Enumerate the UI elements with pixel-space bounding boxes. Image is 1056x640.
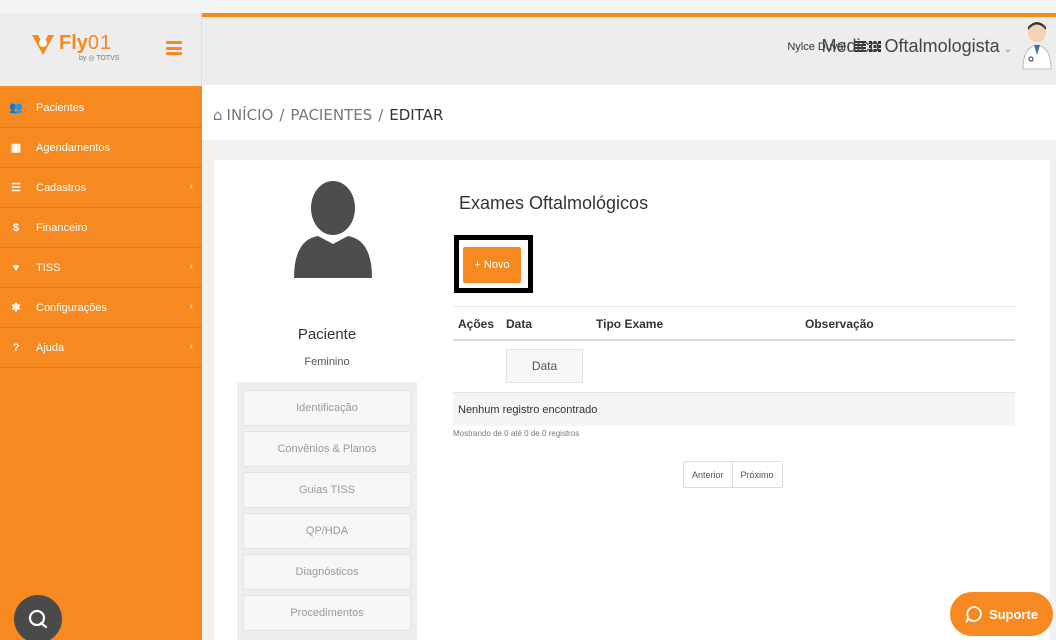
role-selector[interactable]: Medico Oftalmologista ⌄ xyxy=(822,36,1012,57)
patient-nav-panel: Identificação Convênios & Planos Guias TIS… xyxy=(237,382,417,640)
sidebar-item-label: Pacientes xyxy=(36,101,85,114)
new-exam-button[interactable]: + Novo xyxy=(463,247,521,283)
sidebar-item-cadastros[interactable]: ☰ Cadastros ‹ xyxy=(0,168,202,208)
brand-text: Fly01 by ◎ TOTVS xyxy=(59,31,119,63)
brand-mark-icon xyxy=(32,35,54,55)
sidebar-item-tiss[interactable]: ♥ TISS ‹ xyxy=(0,248,202,288)
patient-nav-button[interactable]: Diagnósticos xyxy=(243,554,411,590)
column-header-observacao[interactable]: Observação xyxy=(805,317,874,331)
gear-icon: ✱ xyxy=(11,302,21,314)
breadcrumb-current: EDITAR xyxy=(389,106,444,124)
sidebar-item-agendamentos[interactable]: ▦ Agendamentos xyxy=(0,128,202,168)
breadcrumb-separator: / xyxy=(378,106,384,124)
support-label: Suporte xyxy=(988,606,1039,622)
top-strip xyxy=(0,0,1056,13)
brand-by-line: by ◎ TOTVS xyxy=(79,55,120,62)
pagination-previous[interactable]: Anterior xyxy=(684,462,732,487)
sidebar-item-label: Financeiro xyxy=(36,221,88,234)
patient-avatar-icon xyxy=(294,181,372,278)
breadcrumb: ⌂ INÍCIO / PACIENTES / EDITAR xyxy=(213,106,443,124)
speech-bubble-icon xyxy=(965,606,982,623)
calendar-icon: ▦ xyxy=(10,142,22,154)
heartbeat-icon: ♥ xyxy=(12,261,20,274)
sidebar-item-ajuda[interactable]: ? Ajuda ‹ xyxy=(0,328,202,368)
sidebar-item-pacientes[interactable]: 👥 Pacientes xyxy=(0,88,202,128)
empty-table-row: Nenhum registro encontrado xyxy=(453,392,1015,426)
column-header-tipo-exame[interactable]: Tipo Exame xyxy=(596,317,663,331)
top-header: Nylce Duval Medico Oftalmologista ⌄ xyxy=(202,17,1056,85)
column-header-acoes: Ações xyxy=(458,317,495,331)
chat-icon xyxy=(28,609,48,629)
sidebar: Fly01 by ◎ TOTVS 👥 Pacientes ▦ Agendamentos… xyxy=(0,13,202,640)
chevron-left-icon: ‹ xyxy=(189,341,193,352)
doctor-avatar[interactable] xyxy=(1020,21,1054,71)
patient-nav-button[interactable]: Procedimentos xyxy=(243,595,411,631)
list-icon: ☰ xyxy=(11,182,21,194)
chevron-left-icon: ‹ xyxy=(189,261,193,272)
date-filter-input[interactable]: Data xyxy=(506,349,583,383)
chevron-down-icon: ⌄ xyxy=(1003,44,1012,55)
breadcrumb-separator: / xyxy=(279,106,285,124)
chevron-left-icon: ‹ xyxy=(189,301,193,312)
breadcrumb-home[interactable]: INÍCIO xyxy=(227,106,274,124)
sidebar-menu: 👥 Pacientes ▦ Agendamentos ☰ Cadastros ‹ $ Finan… xyxy=(0,88,202,368)
sidebar-item-configuracoes[interactable]: ✱ Configurações ‹ xyxy=(0,288,202,328)
column-header-data[interactable]: Data xyxy=(506,317,532,331)
sidebar-item-label: TISS xyxy=(36,261,61,274)
hamburger-menu-icon[interactable] xyxy=(166,41,182,55)
sidebar-item-label: Cadastros xyxy=(36,181,87,194)
patient-nav-button[interactable]: Identificação xyxy=(243,390,411,426)
breadcrumb-pacientes[interactable]: PACIENTES xyxy=(290,106,372,124)
brand-suffix: 01 xyxy=(87,32,113,54)
sidebar-item-label: Agendamentos xyxy=(36,141,110,154)
sidebar-item-label: Ajuda xyxy=(36,341,65,354)
users-icon: 👥 xyxy=(9,102,23,114)
logo-area: Fly01 by ◎ TOTVS xyxy=(0,13,202,86)
home-icon[interactable]: ⌂ xyxy=(213,106,223,124)
brand-logo[interactable]: Fly01 by ◎ TOTVS xyxy=(30,31,119,71)
table-top-divider xyxy=(453,306,1015,307)
role-label: Medico Oftalmologista xyxy=(821,36,1000,56)
patient-nav-button[interactable]: QP/HDA xyxy=(243,513,411,549)
dollar-icon: $ xyxy=(12,221,20,234)
table-info: Mostrando de 0 até 0 de 0 registros xyxy=(453,429,580,438)
pagination-next[interactable]: Próximo xyxy=(731,462,782,487)
question-icon: ? xyxy=(12,341,20,354)
sidebar-item-financeiro[interactable]: $ Financeiro xyxy=(0,208,202,248)
patient-nav-button[interactable]: Convênios & Planos xyxy=(243,431,411,467)
patient-name: Paciente xyxy=(297,326,357,343)
brand-name: Fly xyxy=(59,32,88,54)
pagination: Anterior Próximo xyxy=(683,461,783,488)
sidebar-item-label: Configurações xyxy=(36,301,107,314)
support-button[interactable]: Suporte xyxy=(950,592,1053,636)
patient-nav-button[interactable]: Guias TISS xyxy=(243,472,411,508)
chevron-left-icon: ‹ xyxy=(189,181,193,192)
table-header-divider xyxy=(453,339,1015,341)
patient-gender: Feminino xyxy=(304,356,350,368)
section-title: Exames Oftalmológicos xyxy=(459,193,649,213)
chat-bubble-button[interactable] xyxy=(14,595,62,640)
